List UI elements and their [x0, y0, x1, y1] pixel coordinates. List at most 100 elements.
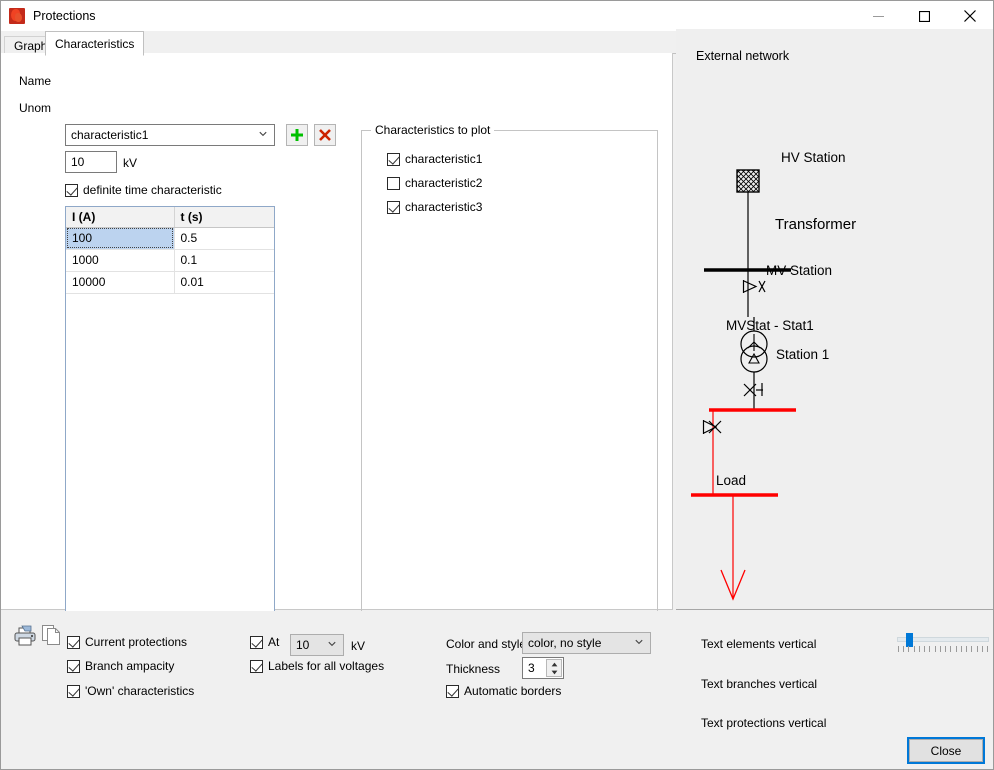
definite-time-label: definite time characteristic — [83, 183, 222, 197]
at-voltage-combo[interactable]: 10 — [290, 634, 344, 656]
characteristics-panel: Name characteristic1 Unom 10 kV — [1, 53, 673, 610]
printer-icon[interactable] — [13, 625, 37, 647]
thickness-value: 3 — [528, 661, 535, 675]
name-label: Name — [19, 74, 65, 88]
branch-ampacity-checkbox[interactable] — [67, 660, 80, 673]
table-row[interactable]: 100 0.5 — [66, 227, 274, 249]
cell-time[interactable]: 0.01 — [174, 271, 274, 293]
chevron-down-icon — [635, 638, 643, 646]
spinner-up-icon[interactable] — [547, 660, 561, 668]
column-header-current: I (A) — [66, 207, 174, 227]
protections-window: Protections Graph Characteristics Name c… — [0, 0, 994, 770]
own-characteristics-label: 'Own' characteristics — [85, 684, 194, 698]
plot-item-characteristic2[interactable]: characteristic2 — [387, 176, 482, 190]
automatic-borders-checkbox[interactable] — [446, 685, 459, 698]
plot-checkbox-characteristic3[interactable] — [387, 201, 400, 214]
cell-current[interactable]: 10000 — [66, 271, 174, 293]
maximize-icon[interactable] — [901, 1, 947, 31]
color-style-value: color, no style — [528, 636, 601, 650]
thickness-spinner-arrows[interactable] — [546, 659, 562, 677]
single-line-diagram — [676, 29, 993, 610]
column-header-time: t (s) — [174, 207, 274, 227]
cell-current[interactable]: 1000 — [66, 249, 174, 271]
diagram-label-external-network: External network — [696, 49, 789, 63]
characteristics-to-plot-group: Characteristics to plot characteristic1 … — [361, 130, 658, 649]
diagram-label-hv-station: HV Station — [781, 150, 846, 165]
branch-ampacity-label: Branch ampacity — [85, 659, 174, 673]
plot-checkbox-characteristic2[interactable] — [387, 177, 400, 190]
spinner-down-icon[interactable] — [547, 668, 561, 676]
characteristic-name-combo[interactable]: characteristic1 — [65, 124, 275, 146]
branch-ampacity-row[interactable]: Branch ampacity — [67, 659, 174, 673]
plot-label-characteristic3: characteristic3 — [405, 200, 482, 214]
thickness-spinner[interactable]: 3 — [522, 657, 564, 679]
plus-icon — [290, 128, 304, 142]
own-characteristics-checkbox[interactable] — [67, 685, 80, 698]
tab-characteristics[interactable]: Characteristics — [45, 31, 144, 56]
window-controls — [855, 1, 993, 31]
single-line-diagram-panel[interactable]: External network HV Station Transformer … — [676, 29, 993, 610]
delete-characteristic-button[interactable] — [314, 124, 336, 146]
at-voltage-label: At — [268, 635, 279, 649]
color-style-combo[interactable]: color, no style — [522, 632, 651, 654]
unom-unit-label: kV — [123, 156, 137, 170]
diagram-label-transformer: Transformer — [775, 216, 856, 233]
automatic-borders-row[interactable]: Automatic borders — [446, 684, 561, 698]
table-row[interactable]: 1000 0.1 — [66, 249, 274, 271]
plot-item-characteristic1[interactable]: characteristic1 — [387, 152, 482, 166]
color-style-label: Color and style — [446, 637, 526, 651]
unom-row: Unom — [19, 101, 51, 115]
at-voltage-unit: kV — [351, 639, 365, 653]
table-row[interactable]: 10000 0.01 — [66, 271, 274, 293]
current-protections-checkbox[interactable] — [67, 636, 80, 649]
at-voltage-value: 10 — [296, 638, 309, 652]
diagram-label-load: Load — [716, 473, 746, 488]
close-icon[interactable] — [947, 1, 993, 31]
plot-item-characteristic3[interactable]: characteristic3 — [387, 200, 482, 214]
slider-thumb[interactable] — [906, 633, 913, 647]
minimize-icon[interactable] — [855, 1, 901, 31]
cell-time[interactable]: 0.5 — [174, 227, 274, 249]
definite-time-checkbox[interactable] — [65, 184, 78, 197]
characteristics-to-plot-title: Characteristics to plot — [371, 123, 494, 137]
labels-all-voltages-checkbox[interactable] — [250, 660, 263, 673]
current-protections-row[interactable]: Current protections — [67, 635, 187, 649]
text-elements-vertical-label: Text elements vertical — [701, 637, 816, 651]
window-title: Protections — [33, 9, 96, 23]
current-protections-label: Current protections — [85, 635, 187, 649]
app-icon — [9, 8, 25, 24]
cell-current[interactable]: 100 — [66, 227, 174, 249]
plot-label-characteristic1: characteristic1 — [405, 152, 482, 166]
add-characteristic-button[interactable] — [286, 124, 308, 146]
red-x-icon — [318, 128, 332, 142]
text-branches-vertical-label: Text branches vertical — [701, 677, 817, 691]
automatic-borders-label: Automatic borders — [464, 684, 561, 698]
close-button[interactable]: Close — [909, 739, 983, 762]
at-voltage-row[interactable]: At — [250, 635, 279, 649]
definite-time-checkbox-row[interactable]: definite time characteristic — [65, 183, 222, 197]
characteristic-points-table[interactable]: I (A) t (s) 100 0.5 1000 0.1 10000 — [65, 206, 275, 649]
text-protections-vertical-label: Text protections vertical — [701, 716, 826, 730]
bottom-toolbar: Current protections Branch ampacity 'Own… — [1, 611, 993, 769]
copy-icon[interactable] — [41, 624, 61, 646]
plot-label-characteristic2: characteristic2 — [405, 176, 482, 190]
labels-all-voltages-label: Labels for all voltages — [268, 659, 384, 673]
title-bar: Protections — [1, 1, 993, 31]
at-voltage-checkbox[interactable] — [250, 636, 263, 649]
diagram-label-station-1: Station 1 — [776, 347, 829, 362]
name-row: Name — [19, 74, 65, 88]
thickness-label: Thickness — [446, 662, 500, 676]
table-header-row: I (A) t (s) — [66, 207, 274, 227]
slider-ticks — [898, 646, 988, 653]
characteristic-name-value: characteristic1 — [71, 128, 148, 142]
diagram-label-mvstat-stat1: MVStat - Stat1 — [726, 318, 814, 333]
unom-input[interactable]: 10 — [65, 151, 117, 173]
unom-label: Unom — [19, 101, 51, 115]
chevron-down-icon — [328, 640, 336, 648]
chevron-down-icon — [259, 130, 267, 138]
plot-checkbox-characteristic1[interactable] — [387, 153, 400, 166]
own-characteristics-row[interactable]: 'Own' characteristics — [67, 684, 194, 698]
cell-time[interactable]: 0.1 — [174, 249, 274, 271]
zoom-slider[interactable] — [897, 633, 989, 657]
labels-all-voltages-row[interactable]: Labels for all voltages — [250, 659, 384, 673]
